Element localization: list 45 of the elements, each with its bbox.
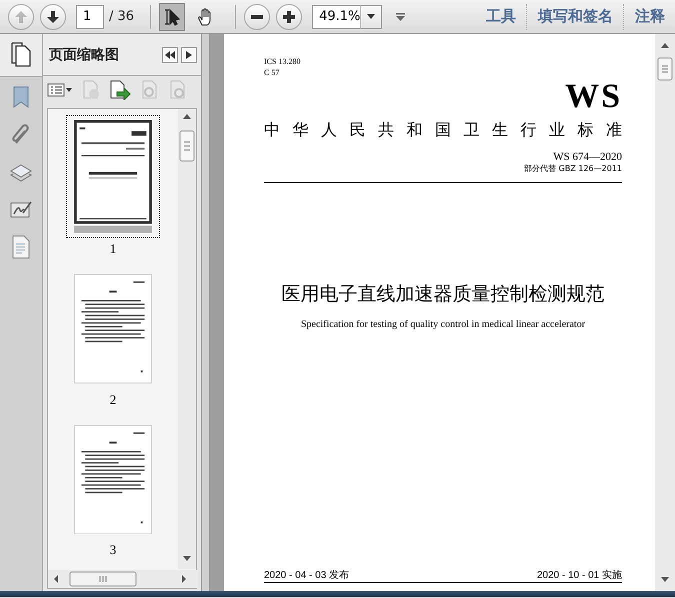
page-number-label: 1 <box>110 241 116 258</box>
document-icon[interactable] <box>11 235 31 259</box>
page-number-field[interactable]: 1 <box>76 4 104 28</box>
effective-date: 2020 - 10 - 01 实施 <box>536 568 622 582</box>
select-tool-button[interactable] <box>159 2 186 30</box>
document-subtitle: Specification for testing of quality control in medical linear accelerator <box>300 319 586 330</box>
right-arrow-icon <box>186 50 192 58</box>
arrow-down-icon <box>45 8 61 24</box>
menu-tab[interactable]: 工具 <box>476 7 526 26</box>
ics-code: ICS 13.280 <box>264 56 300 67</box>
menu-tab[interactable]: 填写和签名 <box>528 7 623 26</box>
zoom-dropdown-button[interactable] <box>360 4 382 28</box>
vertical-scrollbar[interactable] <box>178 109 196 569</box>
panel-title: 页面缩略图 <box>49 46 119 64</box>
pages-icon[interactable] <box>9 42 33 68</box>
chevron-down-icon[interactable] <box>396 12 406 20</box>
issuer-heading: 中华人民共和国卫生行业标准 <box>264 120 622 141</box>
standard-logo: WS <box>565 82 622 112</box>
minus-icon <box>251 14 264 18</box>
zoom-out-button[interactable] <box>244 4 270 30</box>
page-number-label: 2 <box>110 392 116 408</box>
plus-icon <box>281 8 298 24</box>
caret-icon <box>367 14 376 19</box>
expand-panel-button[interactable] <box>181 46 197 62</box>
next-page-button[interactable] <box>40 4 66 30</box>
insert-page-icon[interactable] <box>109 80 131 100</box>
document-title: 医用电子直线加速器质量控制检测规范 <box>282 282 604 307</box>
select-cursor-icon <box>162 6 182 26</box>
standard-number: WS 674—2020 <box>553 151 622 163</box>
publish-date: 2020 - 04 - 03 发布 <box>264 569 350 582</box>
zoom-field[interactable]: 49.1% <box>312 4 360 28</box>
collapse-panel-button[interactable] <box>162 46 178 62</box>
page-number-label: 3 <box>110 542 116 558</box>
menu-tab[interactable]: 注释 <box>625 7 675 26</box>
vertical-scrollbar[interactable] <box>655 34 675 591</box>
arrow-up-icon <box>13 8 29 24</box>
page-count: / 36 <box>109 9 134 24</box>
zoom-in-button[interactable] <box>276 4 302 30</box>
double-left-icon <box>165 50 175 58</box>
ccs-code: C 57 <box>264 67 280 78</box>
horizontal-scrollbar[interactable] <box>48 570 198 588</box>
page-thumbnail[interactable] <box>66 115 160 238</box>
replaces-note: 部分代替 GBZ 126—2011 <box>524 163 622 174</box>
options-menu-icon[interactable] <box>47 82 73 98</box>
bookmark-icon[interactable] <box>11 85 31 109</box>
